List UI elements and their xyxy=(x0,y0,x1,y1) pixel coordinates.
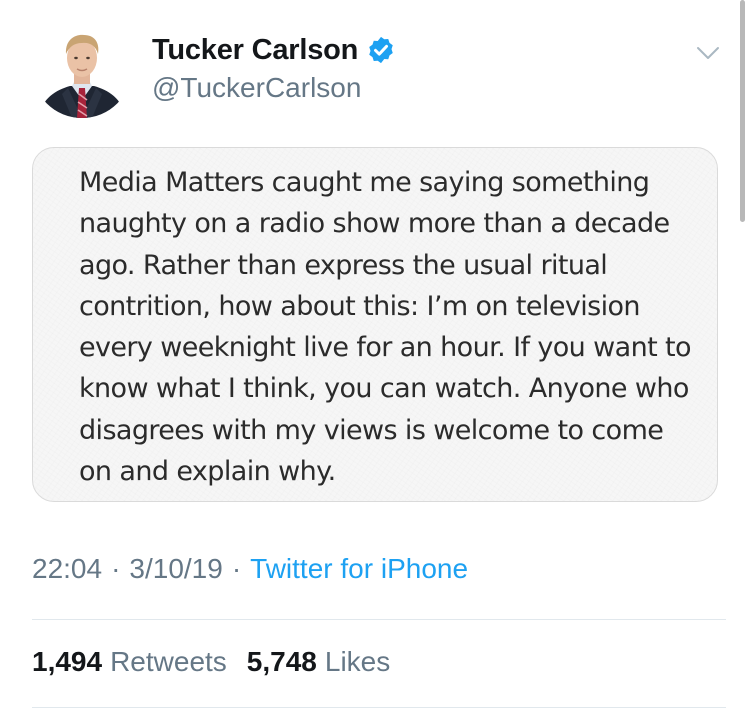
note-text: Media Matters caught me saying something… xyxy=(79,162,704,492)
note-line: disagrees with my views is welcome to co… xyxy=(79,414,664,446)
avatar[interactable] xyxy=(32,18,132,118)
meta-separator: · xyxy=(111,553,121,584)
author-block: Tucker Carlson @TuckerCarlson xyxy=(152,32,396,104)
name-row: Tucker Carlson xyxy=(152,32,396,68)
note-line: ago. Rather than express the usual ritua… xyxy=(79,249,608,281)
notes-screenshot-image[interactable]: Media Matters caught me saying something… xyxy=(32,147,718,502)
likes-label[interactable]: Likes xyxy=(325,646,390,678)
display-name[interactable]: Tucker Carlson xyxy=(152,34,358,67)
divider xyxy=(32,619,726,620)
note-line: know what I think, you can watch. Anyone… xyxy=(79,373,689,405)
chevron-down-icon[interactable] xyxy=(695,44,721,62)
tweet: Tucker Carlson @TuckerCarlson Media Matt… xyxy=(0,0,750,710)
note-line: every weeknight live for an hour. If you… xyxy=(79,332,692,364)
tweet-meta: 22:04 · 3/10/19 · Twitter for iPhone xyxy=(32,553,468,585)
scrollbar[interactable] xyxy=(740,0,745,222)
profile-photo-icon xyxy=(32,18,132,118)
tweet-stats: 1,494 Retweets 5,748 Likes xyxy=(32,646,390,678)
tweet-date[interactable]: 3/10/19 xyxy=(129,553,222,585)
likes-count[interactable]: 5,748 xyxy=(247,646,317,678)
note-line: naughty on a radio show more than a deca… xyxy=(79,208,670,240)
meta-separator: · xyxy=(231,553,242,584)
retweets-label[interactable]: Retweets xyxy=(110,646,227,678)
note-line: Media Matters caught me saying something xyxy=(79,167,650,198)
note-line: on and explain why. xyxy=(79,456,336,488)
user-handle[interactable]: @TuckerCarlson xyxy=(152,72,396,104)
divider xyxy=(32,707,726,708)
tweet-source-link[interactable]: Twitter for iPhone xyxy=(250,553,468,585)
note-line: contrition, how about this: I’m on telev… xyxy=(79,290,641,322)
verified-badge-icon xyxy=(366,35,396,65)
retweets-count[interactable]: 1,494 xyxy=(32,646,102,678)
tweet-time[interactable]: 22:04 xyxy=(32,553,102,585)
